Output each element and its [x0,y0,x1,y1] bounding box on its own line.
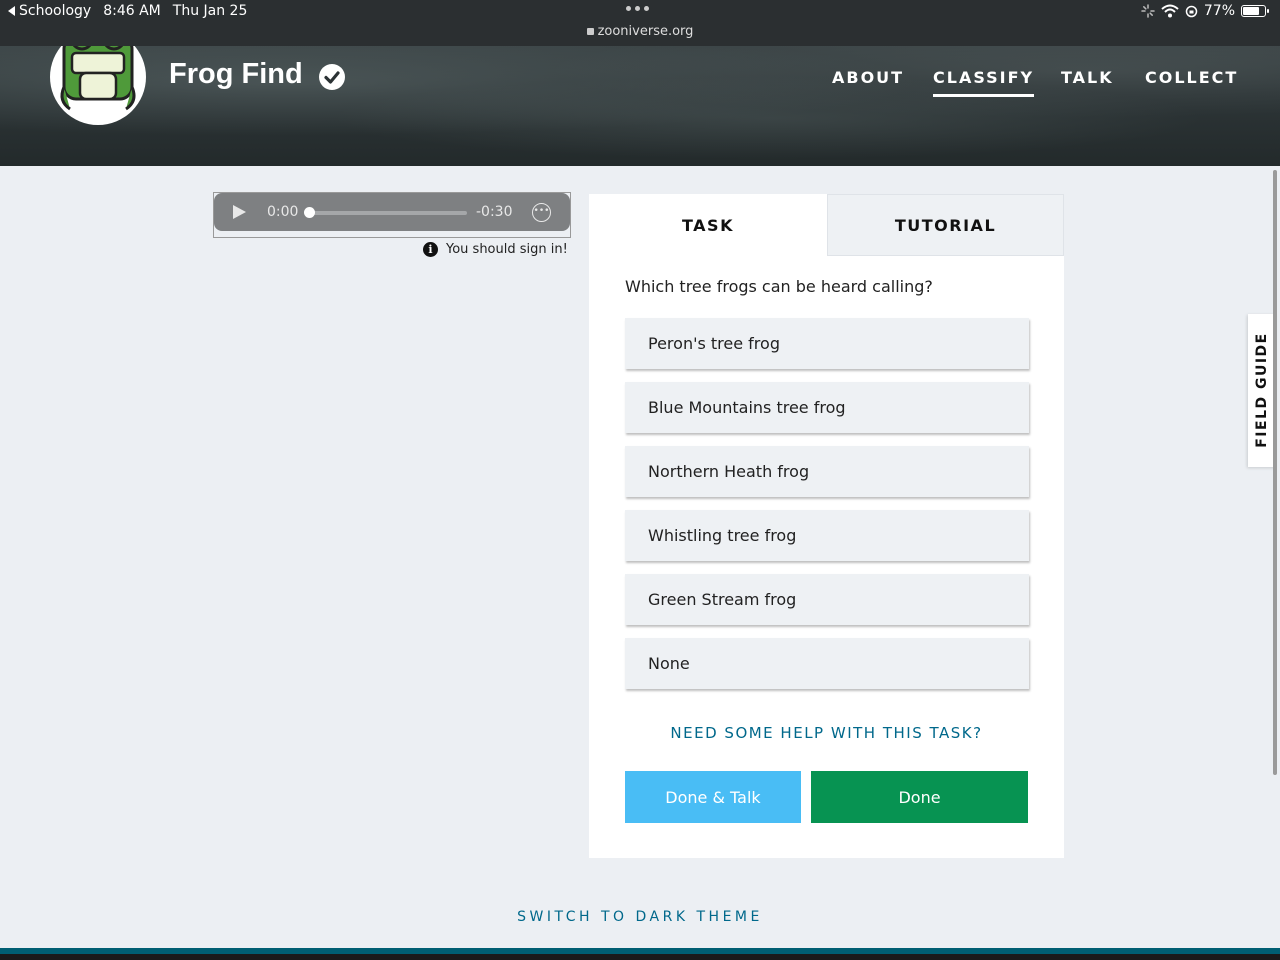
wifi-icon [1161,4,1179,18]
back-to-app-link[interactable]: Schoology [8,3,91,19]
tab-task[interactable]: TASK [589,194,827,256]
nav-collect[interactable]: COLLECT [1145,68,1238,87]
battery-icon [1241,5,1269,17]
system-status-bar: Schoology 8:46 AM Thu Jan 25 zooniverse.… [0,0,1280,46]
tab-tutorial[interactable]: TUTORIAL [827,194,1064,256]
audio-scrubber-handle[interactable] [304,207,315,218]
field-guide-label: FIELD GUIDE [1254,332,1270,448]
answer-option[interactable]: Peron's tree frog [625,318,1029,369]
nav-about[interactable]: ABOUT [832,68,904,87]
done-and-talk-button[interactable]: Done & Talk [625,771,801,823]
address-bar[interactable]: zooniverse.org [0,24,1280,39]
audio-remaining-time: -0:30 [476,204,513,220]
multitasking-dots-icon[interactable] [626,6,649,11]
subject-viewer: 0:00 -0:30 ••• [213,192,571,238]
sign-in-notice: i You should sign in! [423,242,568,257]
field-guide-tab[interactable]: FIELD GUIDE [1248,314,1276,467]
audio-current-time: 0:00 [267,204,299,220]
audio-progress-track[interactable] [309,211,467,215]
activity-spinner-icon [1141,4,1155,18]
battery-percent: 77% [1203,3,1235,19]
url-text: zooniverse.org [597,24,694,39]
back-arrow-icon [8,6,15,16]
sign-in-notice-text: You should sign in! [446,242,568,257]
task-help-link[interactable]: NEED SOME HELP WITH THIS TASK? [589,724,1064,742]
task-question: Which tree frogs can be heard calling? [625,277,933,296]
answer-option[interactable]: None [625,638,1029,689]
answer-option[interactable]: Whistling tree frog [625,510,1029,561]
answer-list: Peron's tree frog Blue Mountains tree fr… [625,318,1029,702]
answer-option[interactable]: Northern Heath frog [625,446,1029,497]
lock-icon [586,28,594,35]
dark-theme-toggle[interactable]: SWITCH TO DARK THEME [0,909,1280,925]
status-date: Thu Jan 25 [172,3,248,19]
done-button[interactable]: Done [811,771,1028,823]
page-scrollbar[interactable] [1273,170,1277,775]
info-icon: i [423,242,438,257]
orientation-lock-icon [1185,5,1198,17]
answer-option[interactable]: Green Stream frog [625,574,1029,625]
nav-talk[interactable]: TALK [1061,68,1114,87]
status-time: 8:46 AM [103,3,161,19]
play-icon[interactable] [233,205,246,219]
footer-bar [0,948,1280,960]
frog-logo-icon[interactable] [50,46,146,125]
task-panel: TASK TUTORIAL Which tree frogs can be he… [589,194,1064,858]
back-app-label: Schoology [19,3,92,19]
answer-option[interactable]: Blue Mountains tree frog [625,382,1029,433]
nav-classify[interactable]: CLASSIFY [933,68,1035,97]
verified-check-icon [319,64,345,90]
audio-player[interactable]: 0:00 -0:30 ••• [214,193,570,231]
more-options-icon[interactable]: ••• [532,203,551,222]
project-header: Frog Find ABOUT CLASSIFY TALK COLLECT [0,46,1280,166]
project-title[interactable]: Frog Find [169,58,303,91]
